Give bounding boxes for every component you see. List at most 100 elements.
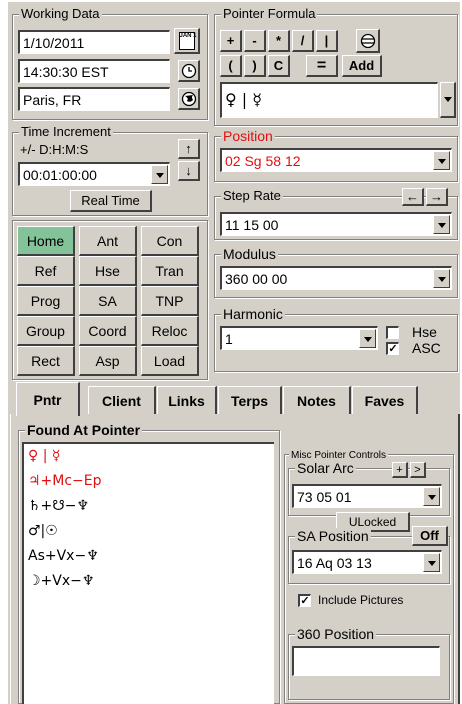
list-item[interactable]: ♀ | ☿ xyxy=(28,448,60,464)
sa-off-label: Off xyxy=(420,528,439,543)
nav-group-button[interactable]: Group xyxy=(17,316,75,346)
nav-label: Rect xyxy=(31,352,60,369)
tab-label: Notes xyxy=(297,392,336,409)
found-at-pointer-legend: Found At Pointer xyxy=(25,422,143,438)
nav-label: Reloc xyxy=(151,322,188,339)
step-left-button[interactable]: ← xyxy=(402,188,424,206)
pos360-field[interactable] xyxy=(292,646,440,676)
nav-label: Coord xyxy=(88,322,127,339)
down-arrow-icon: ↓ xyxy=(185,163,192,178)
operator-label: - xyxy=(252,33,257,48)
operator-label: * xyxy=(275,33,282,48)
modulus-value: 360 00 00 xyxy=(225,271,288,287)
date-field[interactable]: 1/10/2011 xyxy=(18,30,170,54)
nav-con-button[interactable]: Con xyxy=(141,226,199,256)
solar-arc-next-button[interactable]: > xyxy=(410,462,426,478)
place-field[interactable]: Paris, FR xyxy=(18,87,170,111)
asc-checkbox[interactable]: ✓ xyxy=(386,342,399,355)
operator-button[interactable]: | xyxy=(316,30,338,52)
time-increment-select[interactable]: 00:01:00:00 xyxy=(18,162,170,186)
time-increment-legend: Time Increment xyxy=(19,124,113,140)
real-time-button[interactable]: Real Time xyxy=(70,190,152,212)
tab-links[interactable]: Links xyxy=(157,386,217,414)
operator-button[interactable]: * xyxy=(268,30,290,52)
tab-client[interactable]: Client xyxy=(88,386,156,414)
time-increment-value: 00:01:00:00 xyxy=(23,167,97,183)
solar-arc-select[interactable]: 73 05 01 xyxy=(292,484,442,508)
harmonic-select[interactable]: 1 xyxy=(220,326,378,350)
list-item[interactable]: As+Vx−♆ xyxy=(28,548,99,564)
position-select[interactable]: 02 Sg 58 12 xyxy=(220,148,452,172)
pos360-legend: 360 Position xyxy=(295,626,377,642)
ulocked-label: ULocked xyxy=(348,514,397,529)
time-field[interactable]: 14:30:30 EST xyxy=(18,59,170,83)
step-right-button[interactable]: → xyxy=(426,188,448,206)
list-item[interactable]: ♂|☉ xyxy=(28,523,58,539)
calendar-button[interactable]: JAN 1 xyxy=(174,28,200,54)
nav-sa-button[interactable]: SA xyxy=(79,286,137,316)
nav-prog-button[interactable]: Prog xyxy=(17,286,75,316)
formula-field[interactable]: ♀ | ☿ xyxy=(220,82,438,118)
clock-button[interactable] xyxy=(178,60,200,82)
chevron-down-icon xyxy=(443,97,452,102)
nav-label: Load xyxy=(153,352,186,369)
tab-terps[interactable]: Terps xyxy=(218,386,282,414)
nav-coord-button[interactable]: Coord xyxy=(79,316,137,346)
nav-ant-button[interactable]: Ant xyxy=(79,226,137,256)
nav-asp-button[interactable]: Asp xyxy=(79,346,137,376)
tab-faves[interactable]: Faves xyxy=(352,386,418,414)
up-arrow-icon: ↑ xyxy=(185,141,192,156)
equals-button[interactable]: = xyxy=(306,55,338,77)
chevron-down-icon xyxy=(433,269,450,288)
step-rate-legend: Step Rate xyxy=(221,188,283,204)
tab-label: Pntr xyxy=(33,391,62,408)
increment-down-button[interactable]: ↓ xyxy=(178,161,200,181)
globe-button[interactable] xyxy=(178,88,200,110)
list-item[interactable]: ♃+Mc−Ep xyxy=(28,473,102,489)
modulus-select[interactable]: 360 00 00 xyxy=(220,266,452,290)
formula-dropdown-button[interactable] xyxy=(440,82,456,118)
nav-hse-button[interactable]: Hse xyxy=(79,256,137,286)
found-list[interactable]: ♀ | ☿ ♃+Mc−Ep ♄+☋−♆ ♂|☉ As+Vx−♆ ☽+Vx−♆ xyxy=(22,442,274,704)
nav-label: TNP xyxy=(155,292,184,309)
nav-home-button[interactable]: Home xyxy=(17,226,75,256)
clock-icon xyxy=(181,63,196,78)
pointer-window: Working Data 1/10/2011 JAN 1 14:30:30 ES… xyxy=(8,2,460,704)
add-button[interactable]: Add xyxy=(342,55,382,77)
nav-tnp-button[interactable]: TNP xyxy=(141,286,199,316)
nav-load-button[interactable]: Load xyxy=(141,346,199,376)
operator-button[interactable]: C xyxy=(268,55,290,77)
step-rate-value: 11 15 00 xyxy=(225,217,279,233)
nav-reloc-button[interactable]: Reloc xyxy=(141,316,199,346)
nav-tran-button[interactable]: Tran xyxy=(141,256,199,286)
sa-off-button[interactable]: Off xyxy=(412,526,448,546)
step-rate-select[interactable]: 11 15 00 xyxy=(220,212,452,236)
tab-notes[interactable]: Notes xyxy=(283,386,351,414)
list-item[interactable]: ♄+☋−♆ xyxy=(28,498,89,514)
solar-arc-plus-button[interactable]: + xyxy=(392,462,408,478)
hse-checkbox[interactable] xyxy=(386,326,399,339)
operator-button[interactable]: + xyxy=(220,30,242,52)
nav-label: Hse xyxy=(95,262,120,279)
include-pictures-checkbox[interactable]: ✓ xyxy=(298,594,311,607)
sa-position-select[interactable]: 16 Aq 03 13 xyxy=(292,550,442,574)
ephemeris-button[interactable] xyxy=(356,29,380,53)
operator-button[interactable]: ) xyxy=(244,55,266,77)
pointer-formula-legend: Pointer Formula xyxy=(221,6,318,22)
chevron-down-icon xyxy=(423,553,440,572)
nav-rect-button[interactable]: Rect xyxy=(17,346,75,376)
operator-label: / xyxy=(300,33,305,48)
add-label: Add xyxy=(348,58,375,73)
operator-button[interactable]: ( xyxy=(220,55,242,77)
arrow-right-icon: → xyxy=(430,189,443,204)
tab-label: Faves xyxy=(364,392,405,409)
increment-up-button[interactable]: ↑ xyxy=(178,139,200,159)
operator-button[interactable]: - xyxy=(244,30,266,52)
operator-label: | xyxy=(324,33,329,48)
list-item[interactable]: ☽+Vx−♆ xyxy=(28,573,94,589)
nav-label: Ref xyxy=(34,262,57,279)
nav-ref-button[interactable]: Ref xyxy=(17,256,75,286)
operator-button[interactable]: / xyxy=(292,30,314,52)
tab-pntr[interactable]: Pntr xyxy=(16,382,80,416)
formula-value: ♀ | ☿ xyxy=(225,90,263,109)
